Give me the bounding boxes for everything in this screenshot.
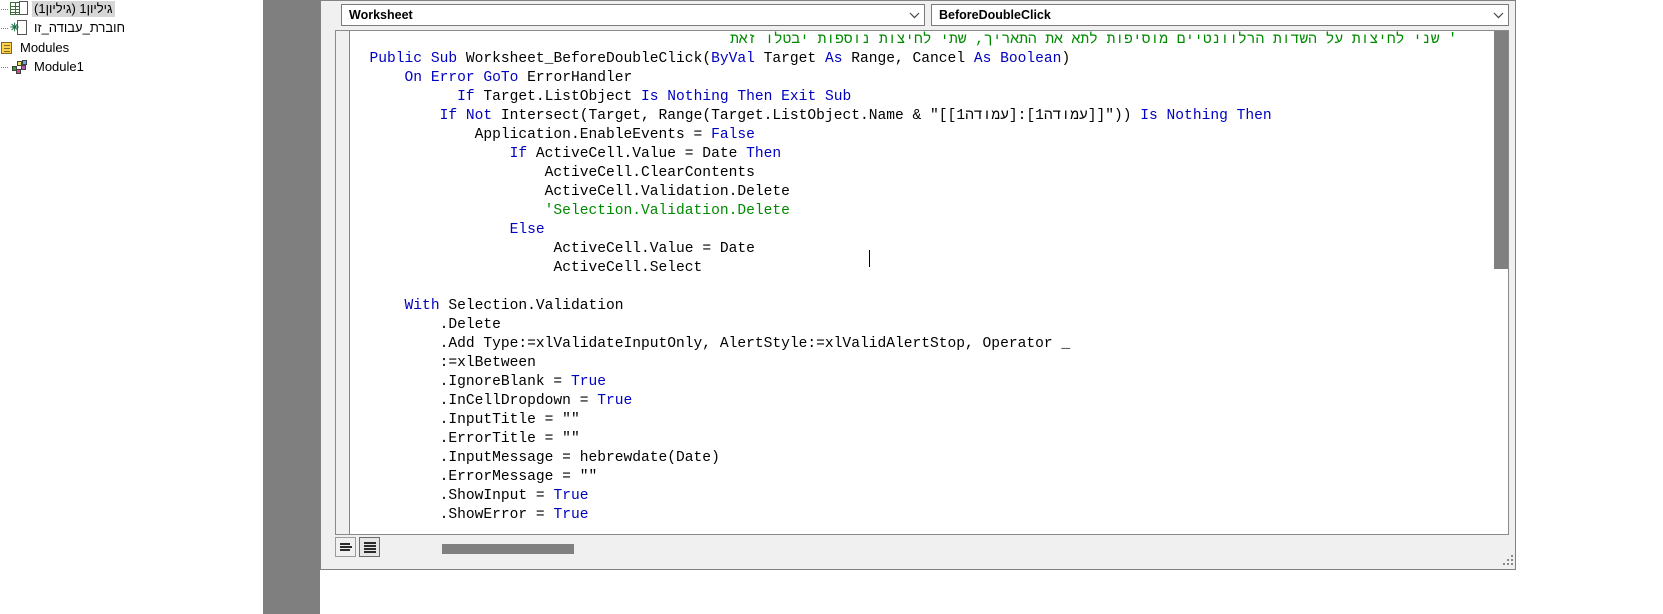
code-line: ActiveCell.ClearContents: [544, 165, 755, 181]
code-line: Else: [509, 222, 545, 238]
code-line: ' שני לחיצות על השדות הרלוונטיים מוסיפות…: [730, 32, 1457, 48]
code-horizontal-scrollbar[interactable]: [382, 539, 1503, 555]
code-line: .ErrorMessage = "": [439, 469, 598, 485]
workbook-icon: ✳: [10, 20, 28, 36]
full-module-view-button[interactable]: [359, 537, 380, 557]
margin-indicator-bar[interactable]: [336, 31, 350, 534]
code-line: ActiveCell.Value = Date: [553, 241, 755, 257]
code-line: If Target.ListObject Is Nothing Then Exi…: [457, 89, 852, 105]
tree-item-worksheet[interactable]: גיליון1 (גיליון1): [0, 0, 115, 18]
code-horizontal-scrollbar-thumb[interactable]: [442, 544, 574, 554]
tree-item-module1[interactable]: Module1: [0, 58, 86, 76]
procedure-view-icon: [339, 542, 352, 552]
code-vertical-scrollbar-thumb[interactable]: [1494, 31, 1508, 269]
chevron-down-icon[interactable]: [904, 5, 924, 25]
code-line: ActiveCell.Select: [553, 260, 703, 276]
vba-editor-window: גיליון1 (גיליון1) ✳ חוברת_עבודה_זו Modul…: [0, 0, 1663, 614]
tree-item-thisworkbook[interactable]: ✳ חוברת_עבודה_זו: [0, 19, 127, 37]
tree-connector: [0, 19, 10, 37]
code-line: .Delete: [439, 317, 501, 333]
workspace-background: [320, 570, 1663, 614]
procedure-view-button[interactable]: [335, 537, 356, 557]
code-line: :=xlBetween: [439, 355, 536, 371]
code-text[interactable]: ' שני לחיצות על השדות הרלוונטיים מוסיפות…: [352, 31, 1492, 534]
code-window-bottom-bar: [335, 536, 1509, 560]
tree-item-label: חוברת_עבודה_זו: [34, 20, 126, 35]
object-dropdown-value: Worksheet: [349, 8, 413, 22]
code-line: On Error GoTo ErrorHandler: [404, 70, 633, 86]
text-caret: [869, 250, 870, 267]
code-line: 'Selection.Validation.Delete: [544, 203, 790, 219]
code-line: .ShowError = True: [439, 507, 589, 523]
code-line: If ActiveCell.Value = Date Then: [509, 146, 782, 162]
pane-splitter[interactable]: [263, 0, 320, 614]
code-line: ActiveCell.Validation.Delete: [544, 184, 790, 200]
tree-item-modules-folder[interactable]: Modules: [0, 39, 71, 57]
procedure-dropdown[interactable]: BeforeDoubleClick: [931, 4, 1509, 26]
modules-folder-icon: [0, 40, 14, 56]
code-editor[interactable]: ' שני לחיצות על השדות הרלוונטיים מוסיפות…: [335, 30, 1509, 535]
procedure-dropdown-value: BeforeDoubleClick: [939, 8, 1051, 22]
code-line: With Selection.Validation: [404, 298, 624, 314]
code-line: .ErrorTitle = "": [439, 431, 580, 447]
object-dropdown[interactable]: Worksheet: [341, 4, 925, 26]
code-line: .Add Type:=xlValidateInputOnly, AlertSty…: [439, 336, 1071, 352]
module-icon: [10, 59, 28, 75]
code-line: .ShowInput = True: [439, 488, 589, 504]
tree-connector: [0, 0, 10, 18]
code-line: Application.EnableEvents = False: [474, 127, 755, 143]
code-line: Public Sub Worksheet_BeforeDoubleClick(B…: [369, 51, 1071, 67]
tree-item-label: Modules: [20, 40, 70, 55]
code-line: .InCellDropdown = True: [439, 393, 633, 409]
project-explorer-pane: גיליון1 (גיליון1) ✳ חוברת_עבודה_זו Modul…: [0, 0, 263, 614]
code-window-dropdown-bar: Worksheet BeforeDoubleClick: [323, 3, 1513, 28]
code-window: Worksheet BeforeDoubleClick ' שני לחיצות…: [320, 0, 1516, 570]
full-module-view-icon: [363, 542, 376, 553]
tree-connector: [0, 58, 10, 76]
resize-grip[interactable]: [1503, 555, 1515, 567]
worksheet-icon: [10, 1, 28, 17]
code-line: If Not Intersect(Target, Range(Target.Li…: [439, 108, 1272, 124]
code-line: .InputTitle = "": [439, 412, 580, 428]
chevron-down-icon[interactable]: [1488, 5, 1508, 25]
code-line: .IgnoreBlank = True: [439, 374, 606, 390]
tree-item-label: Module1: [34, 59, 84, 74]
tree-item-label: גיליון1 (גיליון1): [32, 1, 115, 17]
code-line: .InputMessage = hebrewdate(Date): [439, 450, 720, 466]
